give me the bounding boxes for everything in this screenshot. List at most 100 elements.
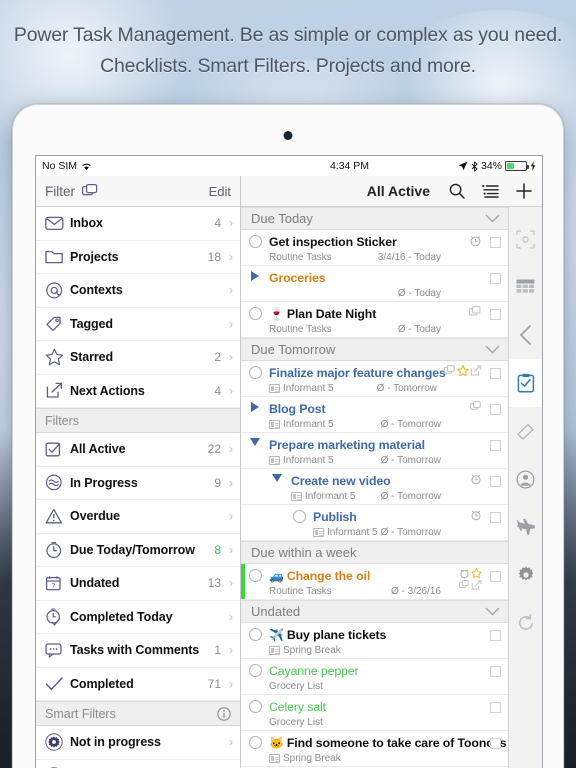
- sidebar-item-tagged[interactable]: Tagged ›: [36, 307, 240, 341]
- filter-label: Filter: [45, 183, 75, 199]
- sidebar-filter-completed-today[interactable]: Completed Today ›: [36, 600, 240, 634]
- sidebar-item-label: Next Actions: [70, 383, 145, 398]
- sidebar-item-count: 8: [214, 542, 221, 557]
- task-select-checkbox[interactable]: [482, 436, 508, 451]
- task-list[interactable]: Due Today Get inspection Sticker Routine…: [241, 207, 508, 768]
- section-header-due-today[interactable]: Due Today: [241, 207, 508, 230]
- inbox-icon: [45, 215, 70, 231]
- sidebar-filter-due-today-tomorrow[interactable]: Due Today/Tomorrow 8 ›: [36, 533, 240, 567]
- task-row[interactable]: Create new video Informant 5 Ø - Tomorro…: [241, 469, 508, 505]
- task-title: 🚙 Change the oil: [269, 569, 371, 583]
- task-select-checkbox[interactable]: [482, 472, 508, 487]
- sidebar-item-starred[interactable]: Starred 2 ›: [36, 341, 240, 375]
- task-select-checkbox[interactable]: [482, 364, 508, 379]
- at-sign-icon: [45, 282, 70, 299]
- gear-icon[interactable]: [509, 551, 543, 599]
- sidebar-filter-overdue[interactable]: Overdue ›: [36, 500, 240, 534]
- sidebar-item-inbox[interactable]: Inbox 4 ›: [36, 207, 240, 241]
- task-select-checkbox[interactable]: [482, 269, 508, 284]
- task-select-checkbox[interactable]: [482, 508, 508, 523]
- share-icon: [471, 580, 482, 590]
- clipboard-tasks-icon[interactable]: [508, 359, 542, 407]
- task-row[interactable]: Get inspection Sticker Routine Tasks 3/4…: [241, 230, 508, 266]
- sidebar-filter-tasks-with-comments[interactable]: Tasks with Comments 1 ›: [36, 634, 240, 668]
- complete-toggle[interactable]: [241, 662, 269, 677]
- priority-accent-bar: [241, 564, 245, 599]
- complete-toggle[interactable]: [241, 364, 269, 379]
- search-icon[interactable]: [449, 183, 465, 199]
- sidebar-smart-not-in-progress[interactable]: Not in progress ›: [36, 726, 240, 760]
- section-header-due-tomorrow[interactable]: Due Tomorrow: [241, 338, 508, 361]
- grid-calendar-icon[interactable]: [509, 263, 543, 311]
- airplane-icon[interactable]: [509, 503, 543, 551]
- edit-button[interactable]: Edit: [209, 184, 231, 199]
- sidebar-item-contexts[interactable]: Contexts ›: [36, 274, 240, 308]
- project-icon: [269, 420, 280, 429]
- task-select-checkbox[interactable]: [482, 305, 508, 320]
- task-title: Get inspection Sticker: [269, 235, 397, 249]
- task-row[interactable]: Cayanne pepper Grocery List: [241, 659, 508, 695]
- sidebar-filter-all-active[interactable]: All Active 22 ›: [36, 433, 240, 467]
- task-select-checkbox[interactable]: [482, 233, 508, 248]
- task-row[interactable]: 🍷 Plan Date Night Routine Tasks Ø - Today: [241, 302, 508, 338]
- copy-layers-icon[interactable]: [82, 183, 99, 199]
- complete-toggle[interactable]: [241, 734, 269, 749]
- task-row[interactable]: Prepare marketing material Informant 5 Ø…: [241, 433, 508, 469]
- app-edge-toolbar: [508, 207, 542, 768]
- sidebar-filter-in-progress[interactable]: In Progress 9 ›: [36, 466, 240, 500]
- task-select-checkbox[interactable]: [482, 626, 508, 641]
- info-circle-icon[interactable]: [217, 706, 231, 721]
- refresh-icon[interactable]: [509, 599, 543, 647]
- collapse-toggle[interactable]: [263, 472, 291, 482]
- task-title: Publish: [313, 510, 357, 524]
- sidebar-filter-undated[interactable]: ? Undated 13 ›: [36, 567, 240, 601]
- task-select-checkbox[interactable]: [482, 567, 508, 582]
- task-row[interactable]: ✈️ Buy plane tickets Spring Break: [241, 623, 508, 659]
- sidebar-scroll[interactable]: Inbox 4 › Projects 18 › Contexts › Tagge…: [36, 207, 240, 768]
- tag-icon: [45, 315, 70, 332]
- task-select-checkbox[interactable]: [482, 734, 508, 749]
- task-row[interactable]: Groceries Ø - Today: [241, 266, 508, 302]
- sidebar-item-count: 4: [214, 383, 221, 398]
- chevron-right-icon: ›: [229, 249, 233, 264]
- chevron-right-icon: ›: [229, 643, 233, 658]
- focus-target-icon[interactable]: [509, 215, 543, 263]
- complete-toggle[interactable]: [285, 508, 313, 523]
- task-row[interactable]: 🚙 Change the oil Routine Tasks Ø - 3/26/1…: [241, 564, 508, 600]
- sort-list-icon[interactable]: [482, 184, 499, 198]
- battery-percent-label: 34%: [480, 160, 502, 172]
- section-header-undated[interactable]: Undated: [241, 600, 508, 623]
- complete-toggle[interactable]: [241, 233, 269, 248]
- complete-toggle[interactable]: [241, 567, 269, 582]
- contact-person-icon[interactable]: [509, 455, 543, 503]
- chevron-left-icon[interactable]: [509, 311, 543, 359]
- complete-toggle[interactable]: [241, 698, 269, 713]
- note-icon[interactable]: [509, 407, 543, 455]
- expand-toggle[interactable]: [241, 269, 269, 281]
- section-header-due-within-week[interactable]: Due within a week: [241, 541, 508, 564]
- chevron-down-icon[interactable]: [485, 214, 500, 223]
- complete-toggle[interactable]: [241, 305, 269, 320]
- task-row[interactable]: Blog Post Informant 5 Ø - Tomorrow: [241, 397, 508, 433]
- chevron-down-icon[interactable]: [485, 345, 500, 354]
- sidebar-smart-active[interactable]: Active ›: [36, 759, 240, 768]
- expand-toggle[interactable]: [241, 400, 269, 412]
- chevron-right-icon: ›: [229, 350, 233, 365]
- task-row[interactable]: Finalize major feature changes Informant…: [241, 361, 508, 397]
- plus-icon[interactable]: [516, 183, 532, 199]
- chevron-down-icon[interactable]: [485, 607, 500, 616]
- sidebar-item-next-actions[interactable]: Next Actions 4 ›: [36, 374, 240, 408]
- task-row[interactable]: Celery salt Grocery List: [241, 695, 508, 731]
- star-icon: [471, 568, 482, 579]
- task-row[interactable]: 🐱 Find someone to take care of Toonces Sp…: [241, 731, 508, 767]
- sidebar-filter-completed[interactable]: Completed 71 ›: [36, 667, 240, 701]
- sidebar-item-projects[interactable]: Projects 18 ›: [36, 240, 240, 274]
- complete-toggle[interactable]: [241, 626, 269, 641]
- collapse-toggle[interactable]: [241, 436, 269, 446]
- task-select-checkbox[interactable]: [482, 698, 508, 713]
- car-emoji: 🚙: [269, 569, 284, 583]
- task-select-checkbox[interactable]: [482, 662, 508, 677]
- project-icon: [269, 456, 280, 465]
- task-row[interactable]: Publish Informant 5 Ø - Tomorrow: [241, 505, 508, 541]
- task-select-checkbox[interactable]: [482, 400, 508, 415]
